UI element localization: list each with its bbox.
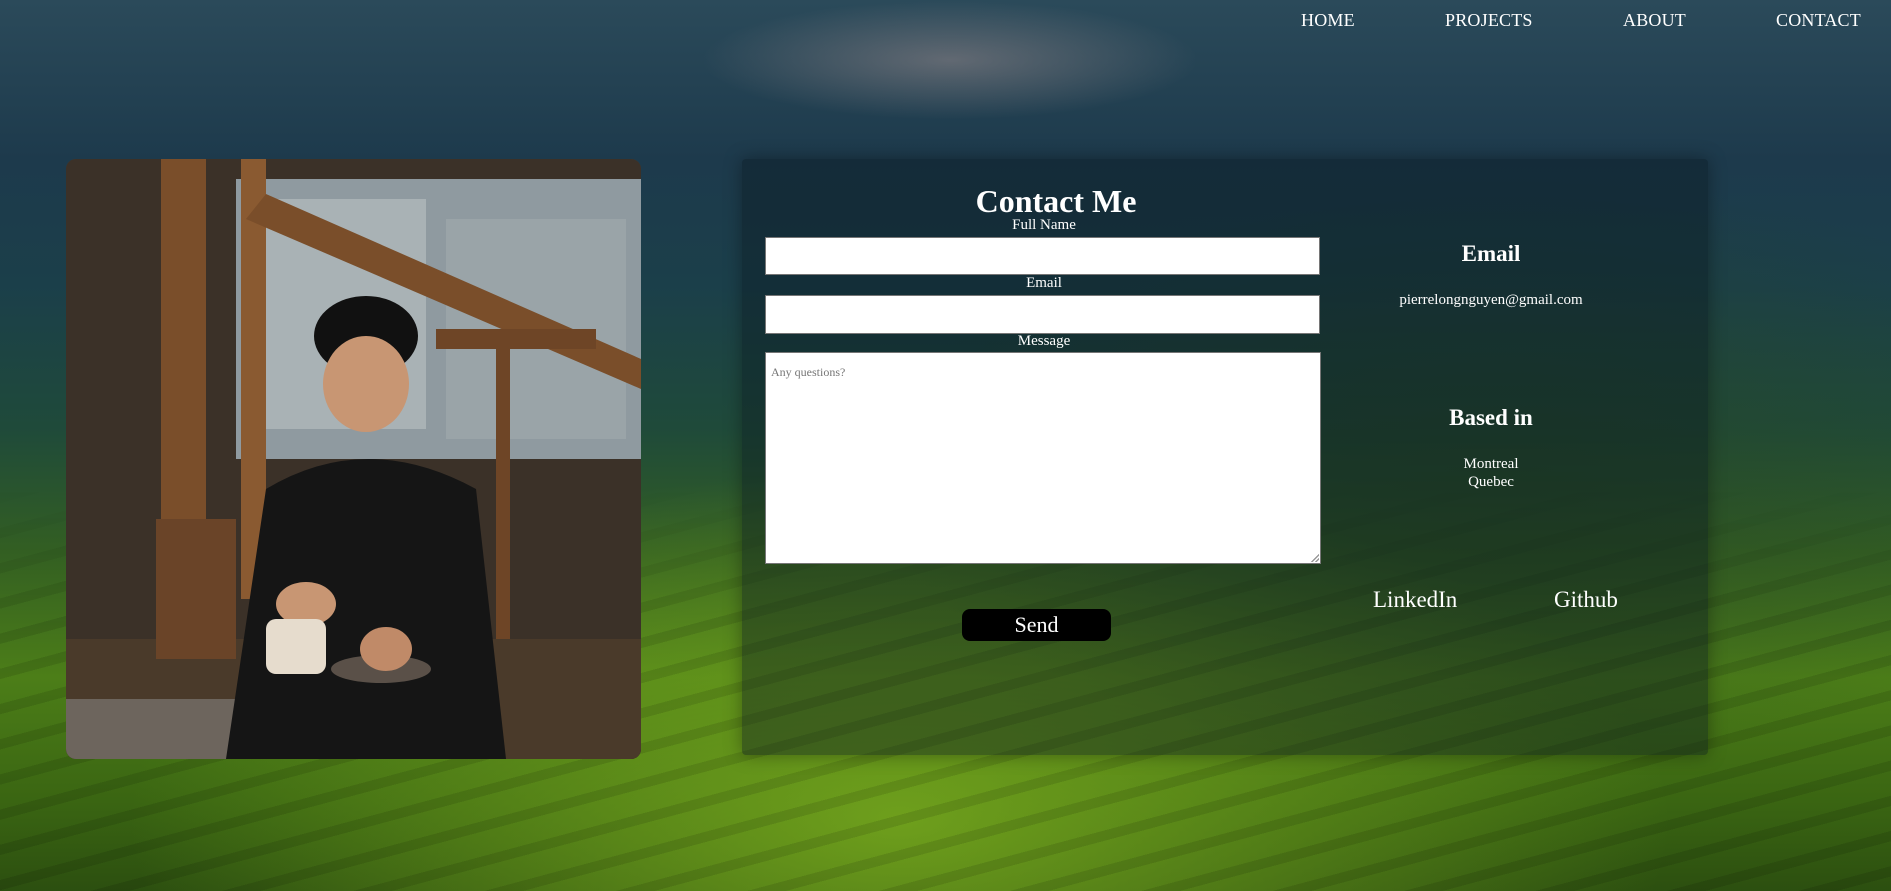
email-heading: Email [1461, 241, 1521, 266]
full-name-input[interactable] [765, 237, 1320, 275]
full-name-label: Full Name [1012, 217, 1076, 233]
linkedin-link[interactable]: LinkedIn [1373, 587, 1457, 613]
location-section: Based in Montreal Quebec [1336, 405, 1646, 491]
contact-title: Contact Me [975, 183, 1137, 219]
email-section: Email pierrelongnguyen@gmail.com [1336, 241, 1646, 309]
send-button[interactable]: Send [962, 609, 1111, 641]
location-heading: Based in [1449, 405, 1533, 430]
portrait-photo-icon [66, 159, 641, 759]
location-province: Quebec [1468, 474, 1514, 490]
nav-projects-link[interactable]: PROJECTS [1445, 10, 1533, 31]
message-textarea[interactable]: Any questions? [765, 352, 1321, 564]
location-city: Montreal [1463, 456, 1519, 472]
nav-about-link[interactable]: ABOUT [1623, 10, 1686, 31]
contact-panel: Contact Me Full Name Email Message Any q… [742, 159, 1708, 755]
email-input[interactable] [765, 295, 1320, 334]
nav-contact-link[interactable]: CONTACT [1776, 10, 1861, 31]
top-nav: HOME PROJECTS ABOUT CONTACT [0, 10, 1891, 40]
nav-home-link[interactable]: HOME [1301, 10, 1355, 31]
resize-handle-icon[interactable] [1311, 554, 1319, 562]
message-label: Message [1017, 333, 1071, 349]
profile-photo [66, 159, 641, 759]
message-placeholder: Any questions? [771, 365, 846, 379]
github-link[interactable]: Github [1554, 587, 1618, 613]
email-label: Email [1026, 275, 1062, 291]
email-address: pierrelongnguyen@gmail.com [1399, 292, 1583, 308]
